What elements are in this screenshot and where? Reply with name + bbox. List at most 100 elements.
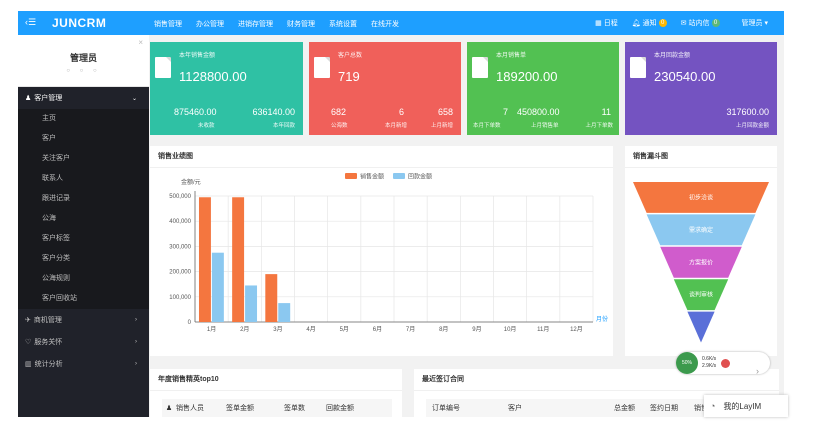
chat-label: 我的LayIM [723,401,762,411]
nav-finance[interactable]: 财务管理 [287,19,315,29]
chevron-right-icon: › [135,339,137,345]
main-nav: 销售管理 办公管理 进销存管理 财务管理 系统设置 在线开发 [154,19,413,29]
bar-payment [278,303,291,322]
card-stat-value: 317600.00 [726,107,769,117]
card-stat-value: 682 [331,107,347,117]
sidebar-item-pool-rules[interactable]: 公海规则 [18,269,149,289]
message-badge: 0 [711,19,720,27]
plus-badge-icon [721,358,731,368]
sidebar-item-customers[interactable]: 客户 [18,129,149,149]
chat-icon: ◔ [710,401,716,411]
card-stat-label: 上月下单数 [585,123,613,129]
column-header: 客户 [508,405,522,412]
y-tick-label: 400,000 [169,219,191,225]
card-title: 本月销售单 [496,53,527,59]
card-stat-label: 本月新增 [385,123,408,129]
stat-card-monthly-orders[interactable]: 本月销售单 189200.00 7 本月下单数 450800.00 上月销售单 … [467,42,619,135]
bar-payment [211,252,224,322]
sidebar-item-contacts[interactable]: 联系人 [18,169,149,189]
sidebar-group-opportunities[interactable]: ✈ 商机管理 › [18,309,149,331]
column-header: 签单金额 [226,405,254,412]
sidebar-item-public-pool[interactable]: 公海 [18,209,149,229]
layim-chat-widget[interactable]: ◔ 我的LayIM [704,395,788,417]
sales-chart-panel: 销售业绩图 0 100,000 200,000 300,000 400,000 500,0… [150,146,613,356]
y-tick-label: 300,000 [169,244,191,250]
x-tick-label: 3月 [273,326,282,333]
message-link[interactable]: ✉ 站内信 0 [681,18,720,28]
calendar-icon: ▦ [595,20,602,27]
sidebar-group-analytics[interactable]: ▥ 统计分析 › [18,353,149,375]
nav-office[interactable]: 办公管理 [196,19,224,29]
sidebar-item-recycle[interactable]: 客户回收站 [18,289,149,309]
card-stat-label: 公海数 [331,123,348,129]
panel-title: 年度销售精英top10 [150,369,402,391]
notice-badge: 0 [658,19,667,27]
sidebar-group-service[interactable]: ♡ 服务关怀 › [18,331,149,353]
bar-sales [265,274,278,322]
sidebar-group-label: 服务关怀 [34,339,63,346]
top10-panel: 年度销售精英top10 ♟ 销售人员 签单金额 签单数 回款金额 [150,369,402,417]
sidebar-item-categories[interactable]: 客户分类 [18,249,149,269]
x-tick-label: 1月 [207,326,216,333]
card-title: 本月回款金额 [654,53,691,59]
column-header: 回款金额 [326,405,354,412]
user-icon: ♟ [25,95,32,102]
stat-card-customers[interactable]: 客户总数 719 682 公海数 6 本月新增 658 上月新增 [309,42,461,135]
sidebar-item-home[interactable]: 主页 [18,109,149,129]
card-value: 1128800.00 [179,69,247,84]
bar-sales [198,197,211,322]
sales-bar-chart: 0 100,000 200,000 300,000 400,000 500,000 金额/元… [169,173,608,334]
nav-settings[interactable]: 系统设置 [329,19,357,29]
x-tick-label: 10月 [504,326,517,333]
card-stat-value: 450800.00 [517,107,560,117]
card-value: 719 [338,69,360,84]
x-axis-label: 月份 [596,315,608,323]
y-axis-label: 金额/元 [181,178,201,186]
sales-funnel-chart: 初步洽谈需求确定方案报价谈判审核 [633,182,769,343]
app-logo[interactable]: JUNCRM [52,16,106,30]
nav-sales[interactable]: 销售管理 [154,19,182,29]
panel-title: 销售业绩图 [150,146,613,168]
sidebar-group-customers[interactable]: ♟ 客户管理 ⌄ [18,87,149,109]
user-menu[interactable]: 管理员 ▾ [742,18,768,28]
bar-sales [232,197,245,322]
menu-toggle-icon[interactable]: ‹☰ [25,17,36,28]
funnel-label: 需求确定 [689,226,713,234]
card-stat-label: 上月销售单 [531,123,559,129]
card-stat-value: 875460.00 [174,107,217,117]
mail-icon: ✉ [680,20,687,27]
close-icon[interactable]: × [138,38,143,47]
message-label: 站内信 [688,20,710,27]
bar-payment [245,285,258,322]
profile-panel: × 管理员 ○ ○ ○ [18,35,149,87]
stat-card-monthly-payments[interactable]: 本月回款金额 230540.00 317600.00 上月回款金额 [625,42,777,135]
y-tick-label: 100,000 [169,295,191,301]
nav-online-dev[interactable]: 在线开发 [371,19,399,29]
document-icon [630,57,646,78]
chevron-right-icon[interactable]: › [756,366,759,376]
notice-link[interactable]: 🔔︎ 通知 0 [632,18,667,28]
nav-inventory[interactable]: 进销存管理 [238,19,273,29]
notice-label: 通知 [642,20,657,27]
profile-status-dots: ○ ○ ○ [66,68,101,74]
sidebar-item-followups[interactable]: 跟进记录 [18,189,149,209]
card-value: 189200.00 [496,69,558,84]
chevron-down-icon: ⌄ [131,95,137,102]
sidebar-item-followed[interactable]: 关注客户 [18,149,149,169]
card-stat-value: 11 [601,107,611,117]
x-tick-label: 4月 [306,326,315,333]
sidebar-group-label: 客户管理 [34,95,63,102]
stat-card-annual-sales[interactable]: 本年销售金额 1128800.00 875460.00 未收款 636140.0… [150,42,303,135]
rank-icon: ♟ [165,405,173,412]
column-header: 销售人员 [176,405,204,412]
column-header: 订单编号 [432,405,460,412]
document-icon [155,57,171,78]
x-tick-label: 5月 [340,326,349,333]
card-stat-label: 本年回款 [272,123,295,129]
calendar-link[interactable]: ▦ 日程 [595,18,618,28]
profile-name: 管理员 [69,53,97,63]
card-stat-value: 658 [437,107,453,117]
table-header-row: ♟ 销售人员 签单金额 签单数 回款金额 [162,399,392,417]
card-stat-value: 7 [503,107,509,117]
sidebar-item-tags[interactable]: 客户标签 [18,229,149,249]
